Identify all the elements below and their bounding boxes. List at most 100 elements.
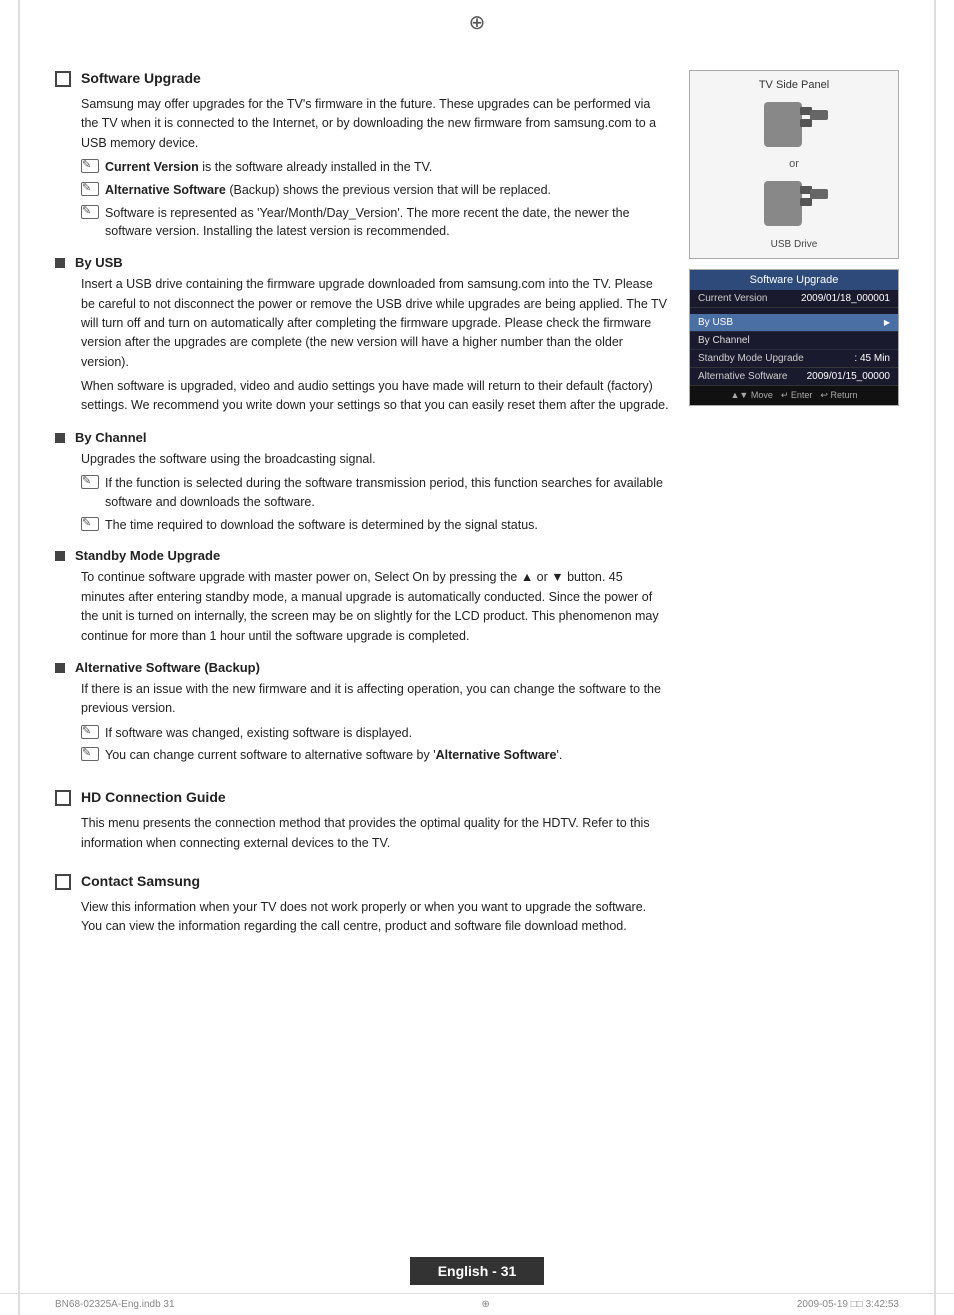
by-usb-label: By USB [698, 317, 733, 328]
note-alt-software-2-text: You can change current software to alter… [105, 746, 562, 765]
by-usb-arrow: ▶ [884, 318, 890, 327]
alt-software-value: 2009/01/15_00000 [807, 371, 890, 382]
page-footer: English - 31 [0, 1257, 954, 1285]
top-compass-icon: ⊕ [469, 10, 486, 35]
footer-left-text: BN68-02325A-Eng.indb 31 [55, 1299, 175, 1310]
note-pencil-icon-5 [81, 517, 99, 531]
current-version-value: 2009/01/18_000001 [801, 293, 890, 304]
note-by-channel-1-text: If the function is selected during the s… [105, 474, 669, 512]
contact-samsung-body: View this information when your TV does … [81, 898, 669, 937]
square-bullet-3 [55, 551, 65, 561]
tv-body-1 [764, 102, 802, 147]
standby-mode-body: To continue software upgrade with master… [81, 568, 669, 646]
footer-return: ↩ Return [820, 390, 857, 401]
sw-upgrade-ui-box: Software Upgrade Current Version 2009/01… [689, 269, 899, 406]
hd-connection-heading: HD Connection Guide [55, 789, 669, 806]
footer-move: ▲▼ Move [731, 390, 773, 401]
tv-shape-2 [764, 176, 824, 231]
alt-software-heading: Alternative Software (Backup) [55, 660, 669, 675]
software-upgrade-heading: Software Upgrade [55, 70, 669, 87]
binding-line-right [934, 0, 936, 1315]
note-pencil-icon-4 [81, 475, 99, 489]
note-alt-software: Alternative Software (Backup) shows the … [81, 181, 669, 200]
bottom-bar: BN68-02325A-Eng.indb 31 ⊕ 2009-05-19 □□ … [0, 1293, 954, 1315]
footer-right-text: 2009-05-19 □□ 3:42:53 [797, 1299, 899, 1310]
checkbox-icon-3 [55, 874, 71, 890]
note-alt-software-2: You can change current software to alter… [81, 746, 669, 765]
main-content: Software Upgrade Samsung may offer upgra… [55, 70, 669, 937]
sw-upgrade-title: Software Upgrade [690, 270, 898, 290]
page-number-box: English - 31 [410, 1257, 545, 1285]
by-channel-label: By Channel [698, 335, 750, 346]
hd-connection-title: HD Connection Guide [81, 789, 226, 805]
note-pencil-icon-6 [81, 725, 99, 739]
by-channel-subsection-title: By Channel [75, 430, 147, 445]
note-alt-software-bold-end: Alternative Software [436, 748, 557, 762]
alt-software-row: Alternative Software 2009/01/15_00000 [690, 368, 898, 386]
note-current-version-bold: Current Version [105, 160, 199, 174]
usb-drive-1 [810, 110, 828, 120]
port-1b [800, 119, 812, 127]
standby-mode-row: Standby Mode Upgrade : 45 Min [690, 350, 898, 368]
or-text: or [789, 158, 799, 170]
by-usb-subsection-title: By USB [75, 255, 123, 270]
tv-body-2 [764, 181, 802, 226]
note-current-version-rest: is the software already installed in the… [199, 160, 432, 174]
current-version-row: Current Version 2009/01/18_000001 [690, 290, 898, 308]
note-alt-software-1: If software was changed, existing softwa… [81, 724, 669, 743]
software-upgrade-title: Software Upgrade [81, 70, 201, 86]
footer-enter: ↵ Enter [781, 390, 813, 401]
by-channel-item: By Channel [690, 332, 898, 350]
contact-samsung-title: Contact Samsung [81, 873, 200, 889]
note-alt-software-text: Alternative Software (Backup) shows the … [105, 181, 551, 200]
tv-connector-row-1 [764, 97, 824, 152]
by-usb-body2: When software is upgraded, video and aud… [81, 377, 669, 416]
alt-software-label: Alternative Software [698, 371, 788, 382]
note-software-date-text: Software is represented as 'Year/Month/D… [105, 204, 669, 242]
by-channel-heading: By Channel [55, 430, 669, 445]
standby-mode-label: Standby Mode Upgrade [698, 353, 804, 364]
usb-drive-2 [810, 189, 828, 199]
contact-samsung-heading: Contact Samsung [55, 873, 669, 890]
by-channel-body: Upgrades the software using the broadcas… [81, 450, 669, 469]
binding-line-left [18, 0, 20, 1315]
note-software-date: Software is represented as 'Year/Month/D… [81, 204, 669, 242]
by-usb-item: By USB ▶ [690, 314, 898, 332]
checkbox-icon-2 [55, 790, 71, 806]
note-by-channel-1: If the function is selected during the s… [81, 474, 669, 512]
square-bullet-1 [55, 258, 65, 268]
current-version-label: Current Version [698, 293, 767, 304]
hd-connection-body: This menu presents the connection method… [81, 814, 669, 853]
note-current-version-text: Current Version is the software already … [105, 158, 432, 177]
sw-footer: ▲▼ Move ↵ Enter ↩ Return [690, 386, 898, 405]
usb-drive-label: USB Drive [771, 239, 818, 250]
page-container: ⊕ TV Side Panel [0, 0, 954, 1315]
by-usb-body: Insert a USB drive containing the firmwa… [81, 275, 669, 372]
alt-software-subsection-title: Alternative Software (Backup) [75, 660, 260, 675]
standby-mode-subsection-title: Standby Mode Upgrade [75, 548, 220, 563]
checkbox-icon-1 [55, 71, 71, 87]
right-panel: TV Side Panel o [689, 70, 899, 406]
note-by-channel-2: The time required to download the softwa… [81, 516, 669, 535]
by-usb-heading: By USB [55, 255, 669, 270]
alt-software-body: If there is an issue with the new firmwa… [81, 680, 669, 719]
note-by-channel-2-text: The time required to download the softwa… [105, 516, 538, 535]
note-pencil-icon-1 [81, 159, 99, 173]
tv-connector-row-2 [764, 176, 824, 231]
software-upgrade-body: Samsung may offer upgrades for the TV's … [81, 95, 669, 153]
standby-mode-heading: Standby Mode Upgrade [55, 548, 669, 563]
note-current-version: Current Version is the software already … [81, 158, 669, 177]
note-alt-software-1-text: If software was changed, existing softwa… [105, 724, 412, 743]
note-pencil-icon-2 [81, 182, 99, 196]
bottom-compass-icon: ⊕ [481, 1299, 489, 1310]
note-pencil-icon-3 [81, 205, 99, 219]
note-pencil-icon-7 [81, 747, 99, 761]
tv-diagram: or USB Drive [698, 97, 890, 250]
tv-side-label: TV Side Panel [698, 79, 890, 91]
port-2b [800, 198, 812, 206]
square-bullet-2 [55, 433, 65, 443]
tv-side-panel-box: TV Side Panel o [689, 70, 899, 259]
square-bullet-4 [55, 663, 65, 673]
note-alt-software-bold: Alternative Software [105, 183, 226, 197]
note-alt-software-rest: (Backup) shows the previous version that… [226, 183, 551, 197]
